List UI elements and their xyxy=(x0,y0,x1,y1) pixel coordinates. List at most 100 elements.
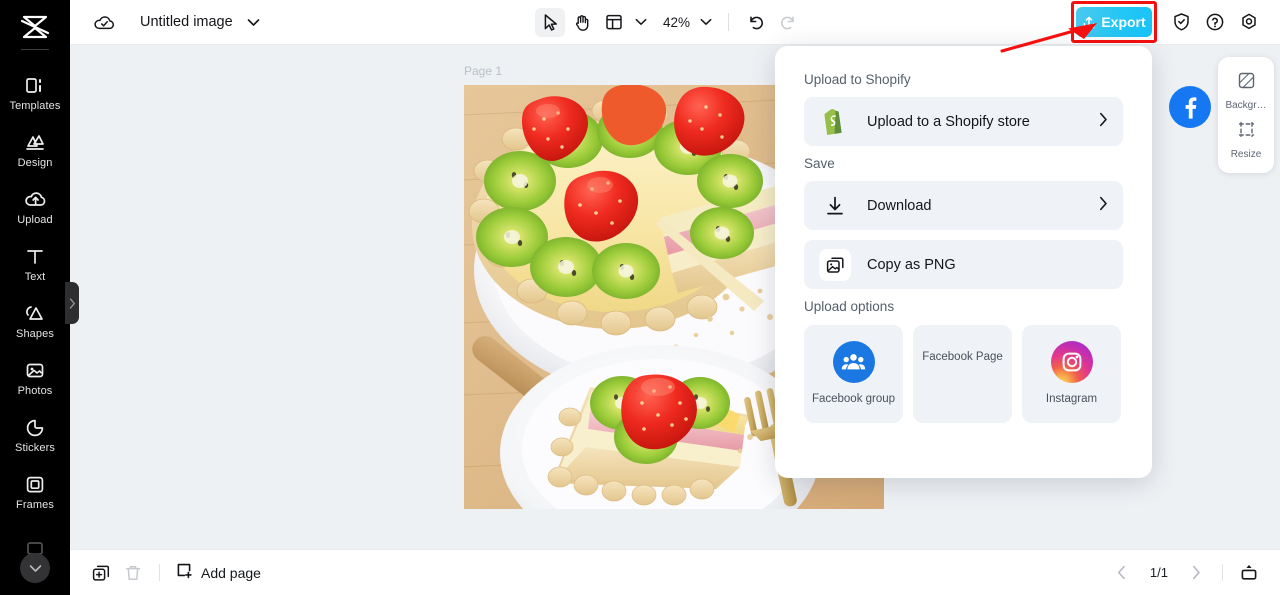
bottom-toolbar: Add page 1/1 xyxy=(70,549,1280,595)
present-button[interactable] xyxy=(1234,558,1264,588)
facebook-page-tile[interactable]: Facebook Page xyxy=(913,86,1211,423)
save-section-title: Save xyxy=(804,156,835,171)
download-icon xyxy=(819,190,851,222)
page-indicator: 1/1 xyxy=(1149,565,1168,580)
shapes-icon xyxy=(24,302,46,324)
top-toolbar: Untitled image 42% Export xyxy=(70,0,1280,45)
add-page-button[interactable]: Add page xyxy=(171,561,265,584)
delete-page-button[interactable] xyxy=(118,558,148,588)
chevron-right-icon xyxy=(1099,196,1108,216)
sidebar-item-label: Photos xyxy=(17,384,53,397)
sidebar-item-label: Shapes xyxy=(16,327,54,340)
export-button-label: Export xyxy=(1101,14,1146,30)
chevron-down-icon xyxy=(29,564,41,572)
copy-image-icon xyxy=(819,248,851,281)
cloud-saved-icon[interactable] xyxy=(93,13,116,32)
zoom-chevron-down-icon[interactable] xyxy=(696,9,716,35)
chevron-right-icon xyxy=(1099,112,1108,132)
frames-icon xyxy=(24,473,46,495)
present-icon xyxy=(1241,565,1257,580)
duplicate-page-icon xyxy=(92,565,110,581)
sidebar-item-stickers[interactable]: Stickers xyxy=(0,406,70,463)
toolbar-divider xyxy=(728,13,730,31)
sidebar-item-photos[interactable]: Photos xyxy=(0,349,70,406)
chevron-right-icon xyxy=(1192,565,1200,580)
resize-icon xyxy=(1237,120,1256,144)
photos-icon xyxy=(24,359,46,381)
facebook-page-tile-label: Facebook Page xyxy=(922,351,1003,363)
duplicate-page-button[interactable] xyxy=(86,558,116,588)
next-page-button[interactable] xyxy=(1181,558,1211,588)
layout-tool-button[interactable] xyxy=(599,8,629,37)
document-title-chevron-down-icon[interactable] xyxy=(247,18,260,27)
document-title[interactable]: Untitled image xyxy=(140,14,233,30)
shopify-section-title: Upload to Shopify xyxy=(804,72,911,87)
upload-option-tiles: Facebook group Facebook Page Instagram xyxy=(804,86,1211,423)
export-button[interactable]: Export xyxy=(1076,7,1152,37)
sidebar-item-frames[interactable]: Frames xyxy=(0,463,70,520)
templates-icon xyxy=(24,74,46,96)
sidebar-collapse-handle[interactable] xyxy=(65,282,79,324)
right-tools-panel: Backgr… Resize xyxy=(1218,57,1274,173)
zoom-level-value[interactable]: 42% xyxy=(653,15,694,30)
instagram-icon xyxy=(1050,341,1093,383)
chevron-left-icon xyxy=(1118,565,1126,580)
page-navigation: 1/1 xyxy=(1107,558,1264,588)
sidebar-item-templates[interactable]: Templates xyxy=(0,64,70,121)
instagram-tile-label: Instagram xyxy=(1045,393,1098,405)
facebook-page-icon xyxy=(1169,86,1211,128)
resize-tool-label: Resize xyxy=(1230,148,1262,160)
capcut-logo-icon[interactable] xyxy=(18,12,52,42)
sidebar-item-text[interactable]: Text xyxy=(0,235,70,292)
shopify-icon xyxy=(819,106,851,138)
download-row-label: Download xyxy=(867,197,932,214)
upload-options-section-title: Upload options xyxy=(804,299,895,314)
help-circle-icon[interactable] xyxy=(1200,7,1230,37)
sidebar-divider xyxy=(21,49,49,50)
undo-button[interactable] xyxy=(741,8,771,37)
cursor-arrow-icon xyxy=(544,13,557,31)
export-upload-icon xyxy=(1083,16,1095,28)
download-row[interactable]: Download xyxy=(804,181,1123,230)
shopify-row-label: Upload to a Shopify store xyxy=(867,113,1030,130)
sidebar-item-label: Upload xyxy=(17,213,53,226)
page-label: Page 1 xyxy=(464,64,503,78)
undo-icon xyxy=(750,16,763,29)
settings-gear-icon[interactable] xyxy=(1234,7,1264,37)
background-tool-label: Backgr… xyxy=(1225,99,1267,111)
layout-chevron-down-icon[interactable] xyxy=(631,9,651,35)
facebook-group-tile[interactable]: Facebook group xyxy=(804,325,903,423)
sidebar-item-shapes[interactable]: Shapes xyxy=(0,292,70,349)
previous-page-button[interactable] xyxy=(1107,558,1137,588)
resize-tool-button[interactable]: Resize xyxy=(1218,120,1274,160)
add-page-icon xyxy=(175,561,193,584)
sidebar-items: Templates Design Upload Text Shapes Phot… xyxy=(0,64,70,577)
upload-cloud-icon xyxy=(24,188,47,210)
bottom-left-actions: Add page xyxy=(86,558,265,588)
export-dropdown-panel: Upload to Shopify Upload to a Shopify st… xyxy=(775,46,1211,478)
layout-grid-icon xyxy=(606,14,622,30)
add-page-label: Add page xyxy=(201,564,261,581)
sidebar-item-label: Templates xyxy=(9,99,61,112)
sidebar-show-more-button[interactable] xyxy=(20,553,50,583)
background-tool-button[interactable]: Backgr… xyxy=(1218,71,1274,111)
copy-as-png-row[interactable]: Copy as PNG xyxy=(804,240,1123,289)
top-right-actions: Export xyxy=(1071,1,1264,43)
shield-check-icon[interactable] xyxy=(1166,7,1196,37)
instagram-tile[interactable]: Instagram xyxy=(1022,325,1121,423)
background-icon xyxy=(1237,71,1256,95)
sidebar-item-design[interactable]: Design xyxy=(0,121,70,178)
sidebar-item-label: Stickers xyxy=(15,441,55,454)
chevron-right-icon xyxy=(69,297,75,309)
trash-icon xyxy=(125,565,141,580)
bottom-divider xyxy=(159,564,160,581)
redo-button[interactable] xyxy=(773,8,803,37)
left-sidebar: Templates Design Upload Text Shapes Phot… xyxy=(0,0,79,595)
upload-to-shopify-store-row[interactable]: Upload to a Shopify store xyxy=(804,97,1123,146)
text-icon xyxy=(24,245,46,267)
sidebar-item-upload[interactable]: Upload xyxy=(0,178,70,235)
hand-tool-button[interactable] xyxy=(567,8,597,37)
select-tool-button[interactable] xyxy=(535,7,565,37)
redo-icon xyxy=(781,16,794,29)
facebook-group-icon xyxy=(832,341,875,383)
